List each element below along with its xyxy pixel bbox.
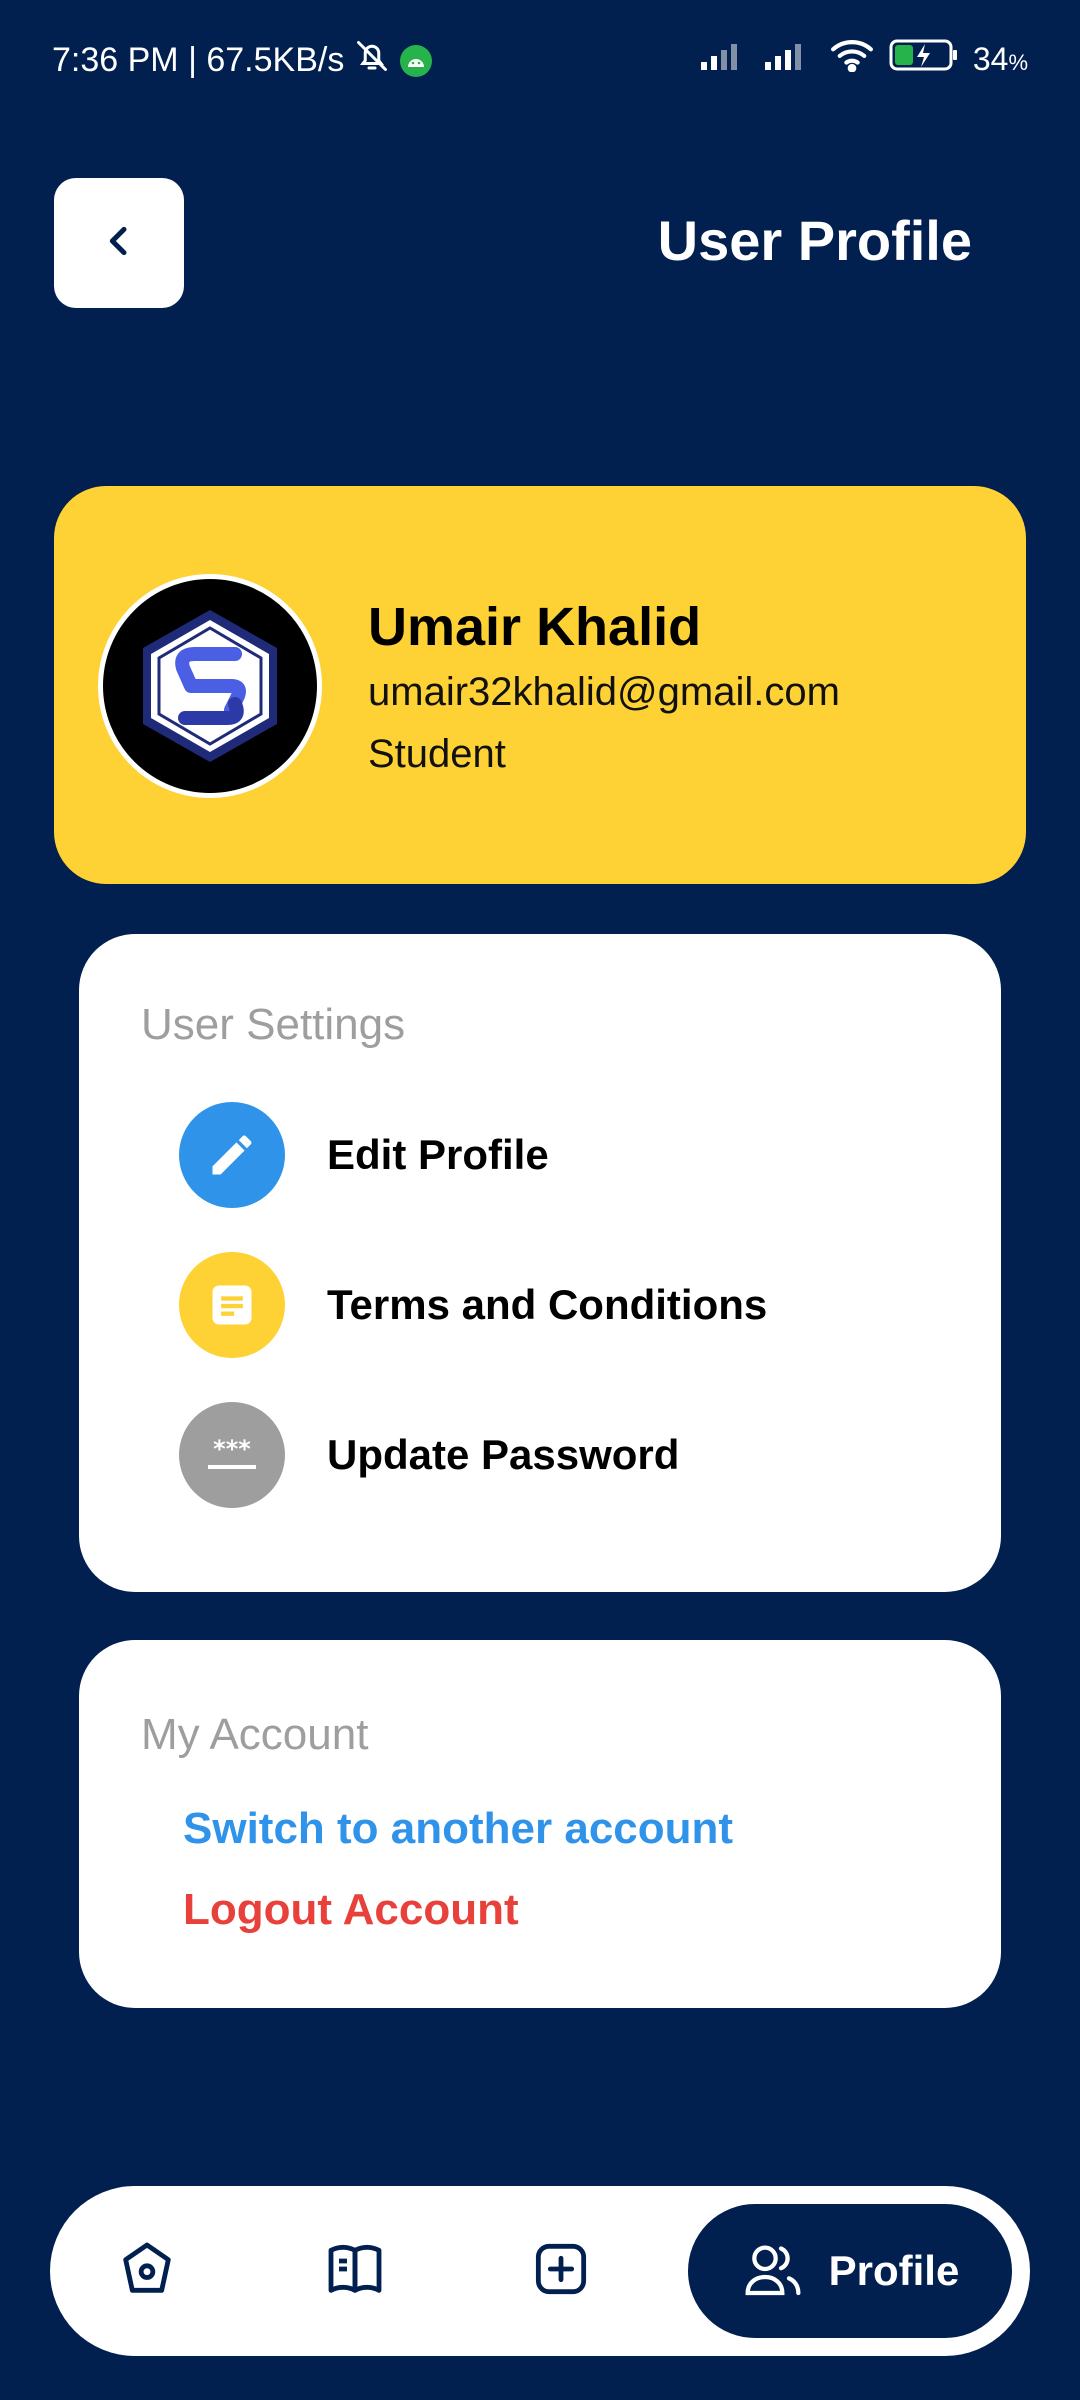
page-title: User Profile <box>657 209 972 272</box>
nav-library[interactable] <box>310 2226 400 2316</box>
signal-icon <box>764 40 815 79</box>
edit-profile-label: Edit Profile <box>327 1131 549 1178</box>
battery-percentage: 34% <box>972 41 1028 77</box>
bell-off-icon <box>354 38 390 83</box>
my-account-card: My Account Switch to another account Log… <box>79 1640 1001 2008</box>
terms-and-conditions-label: Terms and Conditions <box>327 1281 768 1328</box>
wifi-icon <box>829 38 875 81</box>
signal-icon <box>700 40 751 79</box>
switch-account-link[interactable]: Switch to another account <box>183 1804 733 1854</box>
android-icon <box>400 44 433 77</box>
home-icon <box>115 2237 179 2306</box>
svg-text:***: *** <box>213 1435 251 1463</box>
status-bar: 7:36 PM | 67.5KB/s 34% <box>0 0 1080 116</box>
document-icon <box>179 1252 285 1358</box>
profile-email: umair32khalid@gmail.com <box>368 670 840 714</box>
book-icon <box>323 2237 387 2306</box>
profile-card: Umair Khalid umair32khalid@gmail.com Stu… <box>54 486 1026 884</box>
edit-profile-item[interactable]: Edit Profile <box>179 1102 549 1208</box>
password-icon: *** <box>179 1402 285 1508</box>
logout-account-link[interactable]: Logout Account <box>183 1885 519 1935</box>
pencil-icon <box>179 1102 285 1208</box>
hexagon-s-logo <box>143 610 277 762</box>
nav-profile[interactable]: Profile <box>682 2198 1018 2344</box>
bottom-navigation: Profile <box>50 2186 1030 2356</box>
status-time: 7:36 PM | 67.5KB/s <box>52 41 345 79</box>
nav-profile-label: Profile <box>828 2247 960 2294</box>
avatar <box>98 574 322 798</box>
users-icon <box>741 2237 805 2306</box>
chevron-left-icon <box>99 221 139 266</box>
nav-home[interactable] <box>102 2226 192 2316</box>
plus-square-icon <box>529 2237 593 2306</box>
user-settings-card: User Settings Edit Profile Terms and Con… <box>79 934 1001 1592</box>
nav-add[interactable] <box>516 2226 606 2316</box>
my-account-title: My Account <box>141 1710 369 1759</box>
user-settings-title: User Settings <box>141 1000 406 1049</box>
battery-charging-icon <box>889 38 959 81</box>
terms-and-conditions-item[interactable]: Terms and Conditions <box>179 1252 767 1358</box>
profile-name: Umair Khalid <box>368 597 702 657</box>
profile-role: Student <box>368 732 506 776</box>
update-password-item[interactable]: *** Update Password <box>179 1402 679 1508</box>
back-button[interactable] <box>54 178 184 308</box>
update-password-label: Update Password <box>327 1431 680 1478</box>
